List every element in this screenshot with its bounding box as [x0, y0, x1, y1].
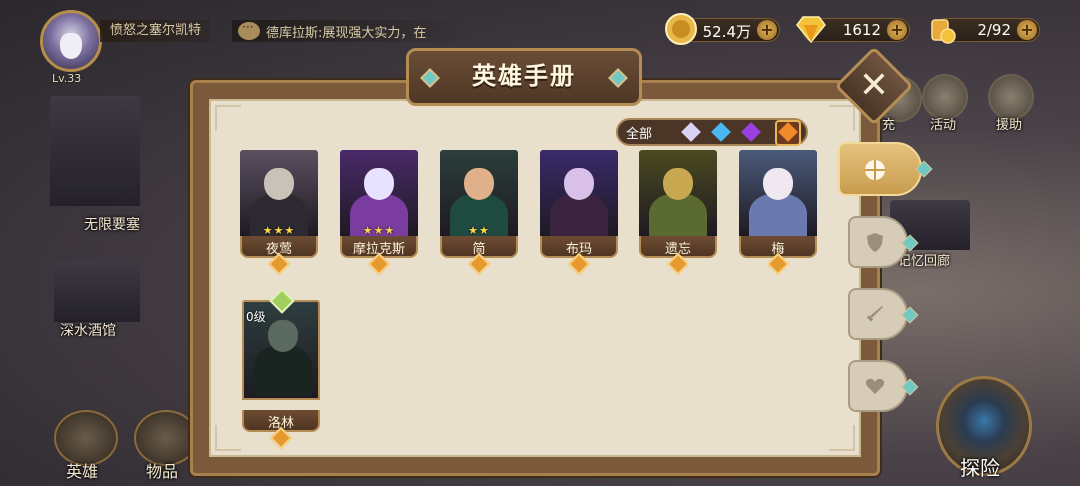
corner-ornament — [215, 105, 241, 131]
panel-title-plate: 英雄手册 — [406, 48, 642, 106]
fortress-label[interactable]: 无限要塞 — [84, 214, 140, 234]
add-gold-button[interactable]: + — [757, 20, 777, 40]
tavern-label[interactable]: 深水酒馆 — [60, 320, 116, 340]
recharge-label[interactable]: 充 — [882, 114, 895, 133]
player-level: Lv.33 — [52, 72, 82, 85]
hero-face — [268, 320, 298, 352]
hero-nav-label[interactable]: 英雄 — [66, 458, 98, 482]
tab-all-heroes[interactable] — [838, 142, 933, 196]
hero-card[interactable]: 遗忘 — [639, 150, 717, 276]
memory-corridor-label[interactable]: 记忆回廊 — [898, 250, 950, 269]
sword-icon — [866, 306, 883, 322]
hero-body — [550, 194, 608, 236]
hero-face — [364, 168, 394, 200]
stamina-icon — [931, 19, 956, 44]
stamina-value: 2/92 — [977, 21, 1011, 39]
diamond-icon — [796, 16, 826, 44]
hero-face — [264, 168, 294, 200]
hero-portrait — [739, 150, 817, 236]
hero-face — [464, 168, 494, 200]
hero-card[interactable]: 布玛 — [540, 150, 618, 276]
hero-portrait — [639, 150, 717, 236]
tavern-building[interactable] — [54, 260, 140, 322]
class-filter-bar: 全部 — [616, 118, 808, 146]
hero-body — [254, 346, 312, 396]
add-diamond-button[interactable]: + — [887, 20, 907, 40]
items-nav-label[interactable]: 物品 — [146, 458, 178, 482]
tab-defense[interactable] — [848, 216, 919, 268]
hero-portrait — [540, 150, 618, 236]
filter-white-gem-icon[interactable] — [681, 122, 701, 142]
gold-value: 52.4万 — [702, 23, 751, 41]
hero-card[interactable]: 0级 洛林 — [242, 288, 320, 450]
hero-card[interactable]: ★★★ 夜莺 — [240, 150, 318, 276]
player-name: 愤怒之塞尔凯特 — [100, 20, 210, 42]
hero-face — [763, 168, 793, 200]
filter-purple-gem-icon[interactable] — [741, 122, 761, 142]
shield-icon — [867, 233, 883, 252]
hero-face — [564, 168, 594, 200]
hero-face — [663, 168, 693, 200]
close-icon: ✕ — [858, 65, 890, 106]
filter-blue-gem-icon[interactable] — [711, 122, 731, 142]
support-label[interactable]: 援助 — [996, 114, 1022, 133]
hero-level: 0级 — [246, 310, 266, 324]
hero-card[interactable]: 梅 — [739, 150, 817, 276]
panel-title: 英雄手册 — [472, 62, 576, 90]
gold-coin-icon — [665, 13, 697, 45]
filter-all[interactable]: 全部 — [626, 123, 652, 142]
event-label[interactable]: 活动 — [930, 114, 956, 133]
chat-bubble-icon — [238, 20, 260, 40]
diamond-value: 1612 — [842, 21, 881, 39]
hero-card[interactable]: ★★★ 摩拉克斯 — [340, 150, 418, 276]
tab-support[interactable] — [848, 360, 919, 412]
corner-ornament — [215, 425, 241, 451]
chat-message: 德库拉斯:展现强大实力，在 — [266, 25, 427, 41]
explore-label[interactable]: 探险 — [960, 452, 1000, 481]
hero-body — [749, 194, 807, 236]
corner-ornament — [829, 425, 855, 451]
hero-card[interactable]: ★★ 简 — [440, 150, 518, 276]
hero-body — [649, 194, 707, 236]
fortress-building[interactable] — [50, 96, 140, 206]
tab-attack[interactable] — [848, 288, 919, 340]
grid-icon — [865, 160, 885, 180]
heart-icon — [865, 378, 885, 394]
add-stamina-button[interactable]: + — [1017, 20, 1037, 40]
player-avatar[interactable] — [40, 10, 102, 72]
chat-bar[interactable]: 德库拉斯:展现强大实力，在 — [232, 20, 472, 42]
